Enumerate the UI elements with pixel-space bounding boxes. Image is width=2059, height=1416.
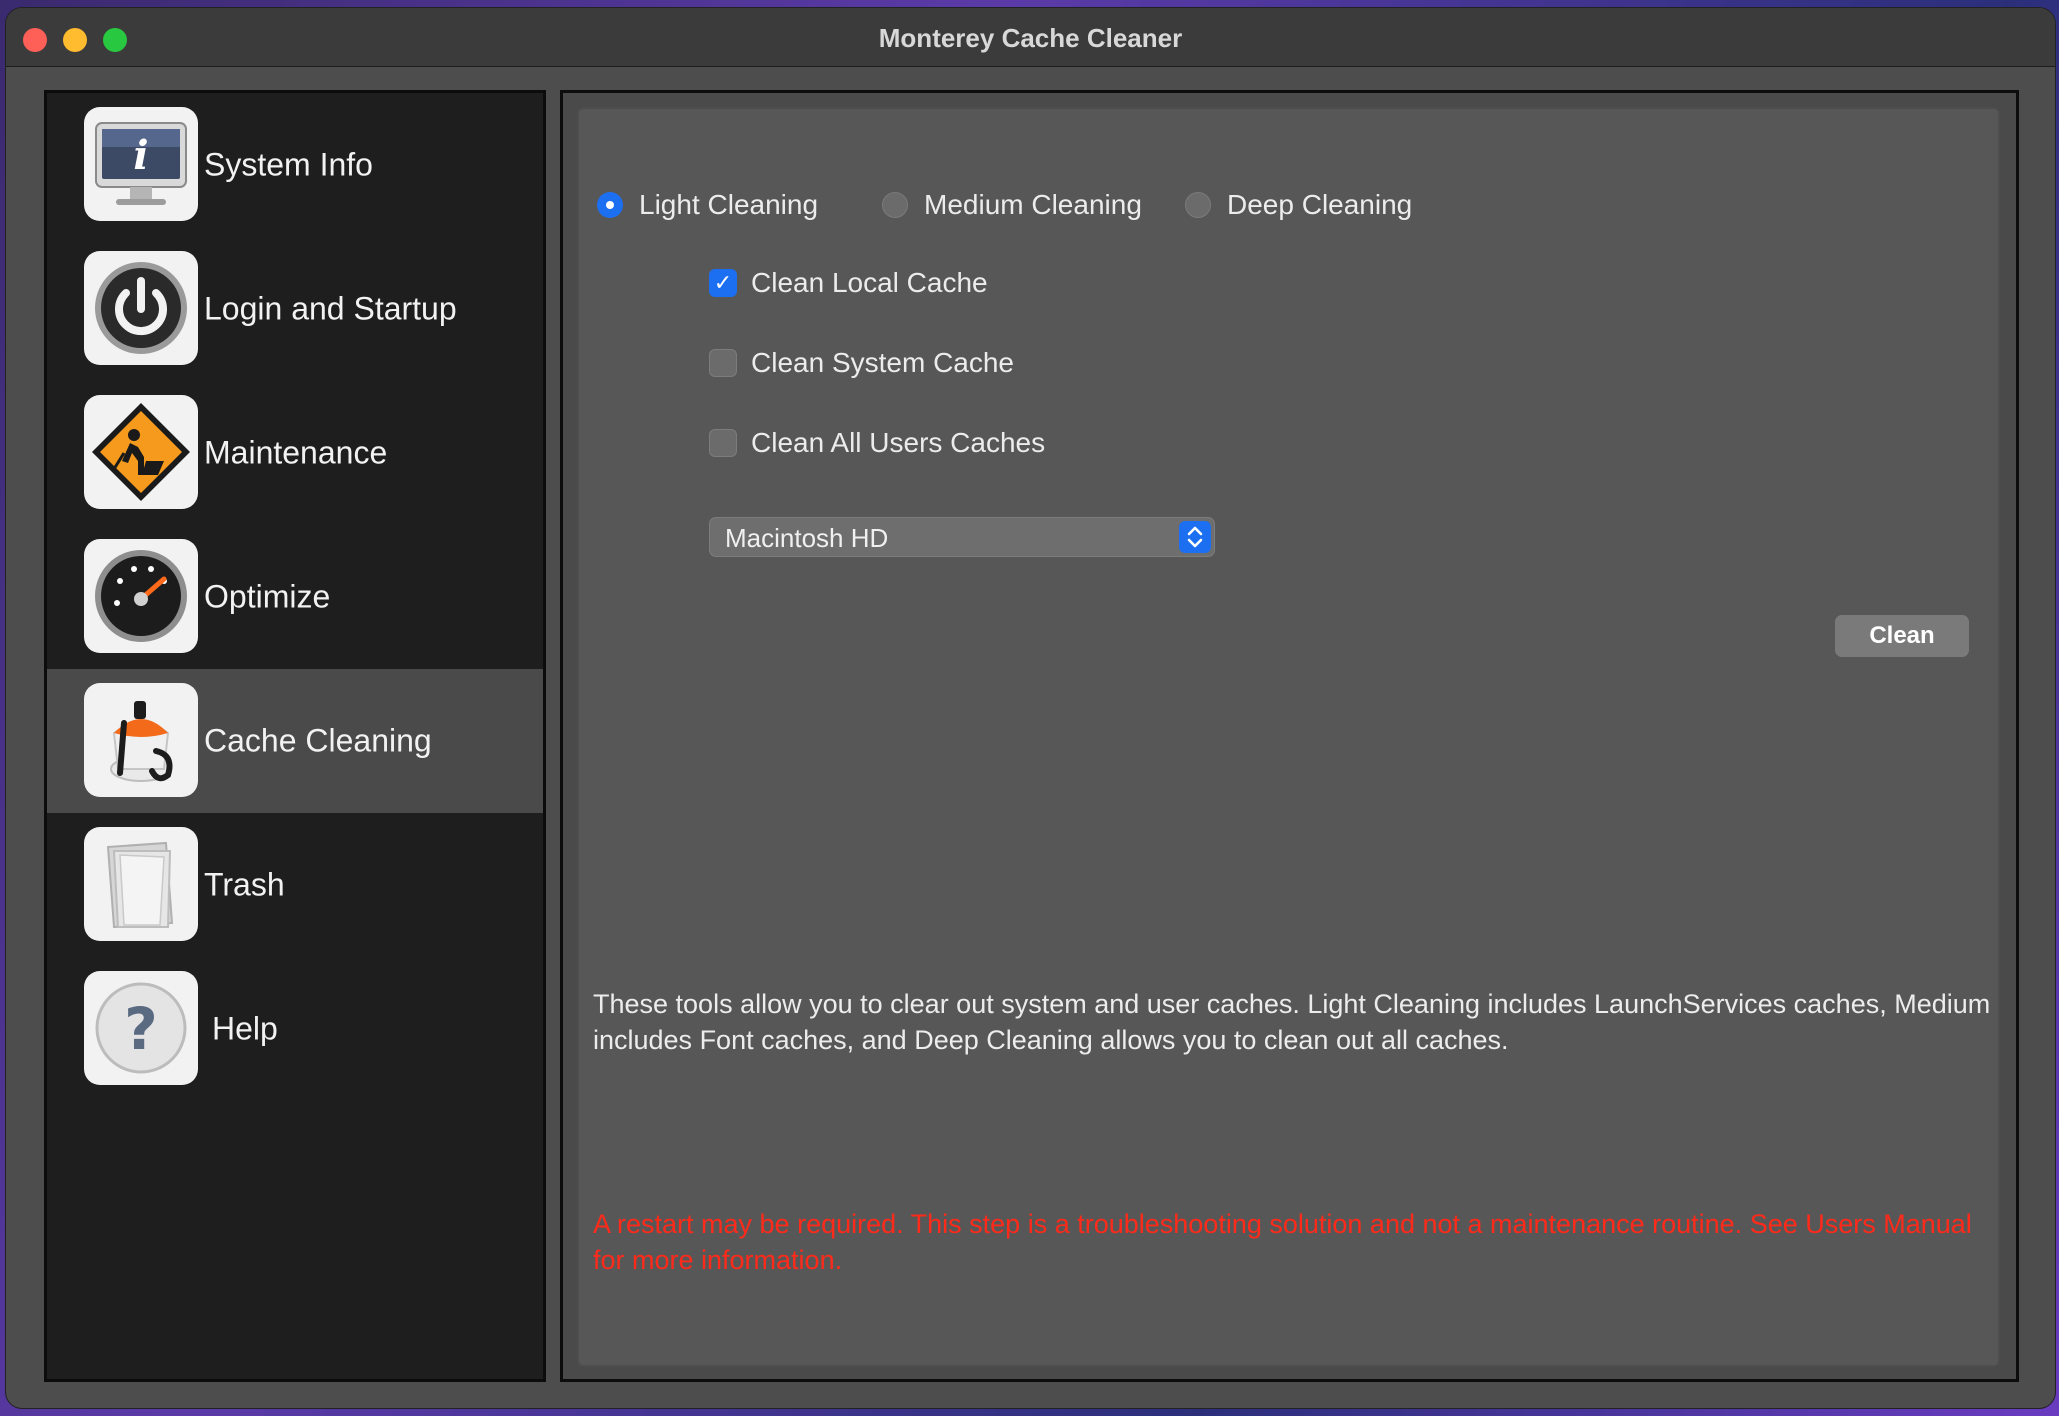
window-title: Monterey Cache Cleaner bbox=[878, 23, 1183, 53]
sidebar: i System Info Login and Startup Maintena… bbox=[44, 90, 546, 1382]
radio-button-selected[interactable] bbox=[597, 192, 623, 218]
radio-label: Medium Cleaning bbox=[924, 189, 1142, 220]
help-icon: ? bbox=[84, 971, 198, 1085]
sidebar-item-label: System Info bbox=[204, 146, 373, 183]
clean-button[interactable]: Clean bbox=[1835, 615, 1969, 657]
description-text: These tools allow you to clear out syste… bbox=[593, 989, 1991, 1055]
checkbox-clean-local-cache[interactable]: ✓ Clean Local Cache bbox=[709, 267, 988, 299]
main-panel: Light Cleaning Medium Cleaning Deep Clea… bbox=[560, 90, 2019, 1382]
maintenance-icon bbox=[84, 395, 198, 509]
checkbox[interactable] bbox=[709, 349, 737, 377]
sidebar-item-trash[interactable]: Trash bbox=[47, 813, 543, 957]
svg-text:i: i bbox=[133, 132, 148, 179]
trash-icon bbox=[84, 827, 198, 941]
checkbox-clean-all-users-caches[interactable]: Clean All Users Caches bbox=[709, 427, 1045, 459]
sidebar-item-label: Maintenance bbox=[204, 434, 388, 471]
cache-cleaning-panel: Light Cleaning Medium Cleaning Deep Clea… bbox=[577, 107, 2000, 1367]
cache-cleaning-icon bbox=[84, 683, 198, 797]
title-bar: Monterey Cache Cleaner bbox=[6, 8, 2055, 67]
radio-button[interactable] bbox=[1185, 192, 1211, 218]
power-icon bbox=[84, 251, 198, 365]
radio-light-cleaning[interactable]: Light Cleaning bbox=[597, 189, 818, 221]
svg-text:?: ? bbox=[124, 995, 158, 1063]
sidebar-item-maintenance[interactable]: Maintenance bbox=[47, 381, 543, 525]
chevron-up-down-icon bbox=[1179, 521, 1211, 553]
sidebar-item-optimize[interactable]: Optimize bbox=[47, 525, 543, 669]
checkbox[interactable] bbox=[709, 429, 737, 457]
radio-button[interactable] bbox=[882, 192, 908, 218]
checkbox-label: Clean All Users Caches bbox=[751, 427, 1046, 458]
sidebar-item-label: Login and Startup bbox=[204, 290, 457, 327]
radio-label: Deep Cleaning bbox=[1227, 189, 1413, 220]
checkbox-label: Clean Local Cache bbox=[751, 267, 988, 298]
sidebar-item-label: Help bbox=[212, 1010, 278, 1047]
radio-medium-cleaning[interactable]: Medium Cleaning bbox=[882, 189, 1142, 221]
sidebar-item-help[interactable]: ? Help bbox=[47, 957, 543, 1101]
app-window: Monterey Cache Cleaner i System Info Log… bbox=[6, 8, 2055, 1408]
radio-deep-cleaning[interactable]: Deep Cleaning bbox=[1185, 189, 1412, 221]
sidebar-item-label: Trash bbox=[204, 866, 285, 903]
radio-label: Light Cleaning bbox=[639, 189, 819, 220]
sidebar-item-label: Optimize bbox=[204, 578, 331, 615]
volume-select-value: Macintosh HD bbox=[725, 523, 889, 553]
volume-select[interactable]: Macintosh HD bbox=[709, 517, 1215, 557]
sidebar-item-login-startup[interactable]: Login and Startup bbox=[47, 237, 543, 381]
sidebar-item-label: Cache Cleaning bbox=[204, 722, 432, 759]
checkbox-clean-system-cache[interactable]: Clean System Cache bbox=[709, 347, 1014, 379]
system-info-icon: i bbox=[84, 107, 198, 221]
sidebar-item-system-info[interactable]: i System Info bbox=[47, 93, 543, 237]
gauge-icon bbox=[84, 539, 198, 653]
warning-text: A restart may be required. This step is … bbox=[593, 1209, 1972, 1275]
sidebar-item-cache-cleaning[interactable]: Cache Cleaning bbox=[47, 669, 543, 813]
checkbox-label: Clean System Cache bbox=[751, 347, 1015, 378]
checkmark-icon[interactable]: ✓ bbox=[709, 269, 737, 297]
